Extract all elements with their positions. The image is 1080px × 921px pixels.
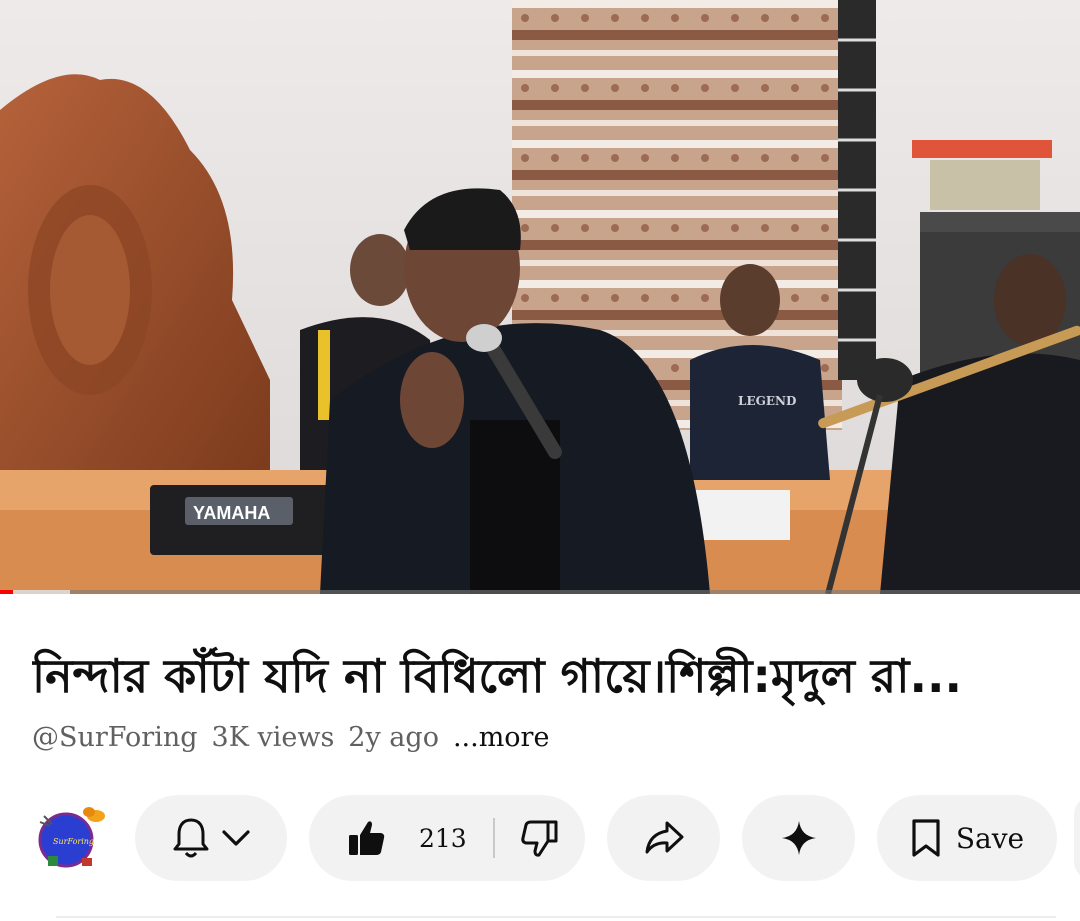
- channel-logo: SurForing: [38, 807, 105, 868]
- upload-age: 2y ago: [348, 722, 439, 753]
- more-description-link[interactable]: ...more: [453, 718, 550, 758]
- video-progress-bar[interactable]: [0, 590, 1080, 594]
- bookmark-icon: [910, 818, 942, 858]
- save-label: Save: [955, 821, 1025, 855]
- save-button[interactable]: Save: [877, 795, 1057, 881]
- shirt-print-text: LEGEND: [738, 394, 796, 408]
- like-divider: [493, 818, 495, 858]
- thumbs-down-icon[interactable]: [519, 818, 559, 858]
- view-count: 3K views: [211, 722, 335, 753]
- channel-logo-text: SurForing: [53, 837, 94, 846]
- remix-button[interactable]: [742, 795, 855, 881]
- sparkle-icon: [780, 819, 818, 857]
- video-player[interactable]: YAMAHA LEGEND: [0, 0, 1080, 594]
- like-dislike-group: 213: [309, 795, 585, 881]
- section-divider: [56, 916, 1056, 918]
- bell-icon: [171, 816, 211, 860]
- video-meta-row: @SurForing 3K views 2y ago ...more: [32, 718, 549, 758]
- subscribe-notification-button[interactable]: [135, 795, 287, 881]
- channel-avatar[interactable]: SurForing: [34, 804, 106, 872]
- channel-handle[interactable]: @SurForing: [32, 718, 198, 758]
- more-actions-button[interactable]: [1074, 795, 1080, 881]
- video-frame: YAMAHA LEGEND: [0, 0, 1080, 594]
- keyboard-brand-text: YAMAHA: [193, 503, 270, 523]
- chevron-down-icon: [221, 828, 251, 848]
- share-arrow-icon: [643, 819, 685, 857]
- thumbs-up-icon[interactable]: [347, 818, 387, 858]
- like-count: 213: [419, 823, 467, 853]
- video-title[interactable]: নিন্দার কাঁটা যদি না বিধিলো গায়ে।শিল্পী…: [32, 636, 1052, 716]
- progress-played: [0, 590, 13, 594]
- share-button[interactable]: [607, 795, 720, 881]
